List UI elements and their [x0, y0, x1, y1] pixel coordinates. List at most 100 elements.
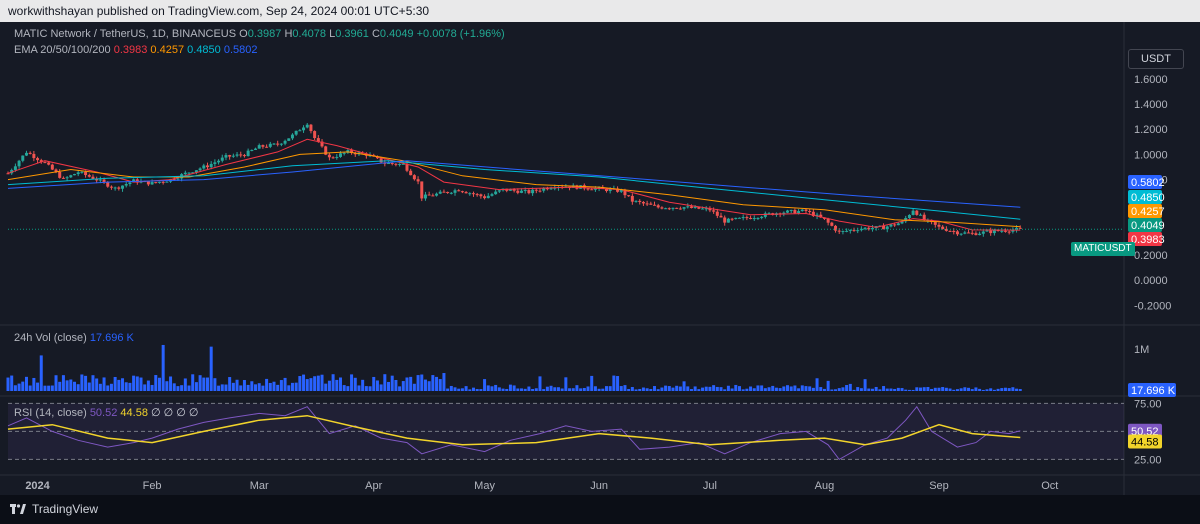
- volume-bar: [749, 386, 753, 391]
- candle-body: [475, 194, 479, 196]
- candle-body: [963, 232, 967, 234]
- volume-bar: [261, 385, 265, 391]
- volume-bar: [132, 375, 136, 391]
- volume-bar: [1000, 388, 1004, 391]
- candle-body: [471, 193, 475, 195]
- volume-bar: [926, 386, 930, 391]
- volume-bar: [726, 385, 730, 391]
- candle-body: [701, 208, 705, 210]
- volume-bar: [357, 385, 361, 391]
- volume-bar: [804, 386, 808, 391]
- volume-bar: [257, 383, 261, 391]
- candle-body: [933, 222, 937, 225]
- candle-body: [305, 124, 309, 128]
- volume-bar: [797, 388, 801, 391]
- candle-body: [242, 155, 246, 157]
- volume-bar: [309, 378, 313, 391]
- volume-bar: [6, 377, 10, 391]
- volume-bar: [372, 376, 376, 391]
- candle-body: [290, 134, 294, 139]
- candle-body: [150, 182, 154, 185]
- candle-body: [69, 175, 73, 178]
- chart-frame[interactable]: 1.60001.40001.20001.00000.80000.20000.00…: [0, 22, 1200, 495]
- price-tag-label: 0.4850: [1131, 192, 1165, 204]
- volume-bar: [719, 387, 723, 391]
- volume-bar: [228, 377, 232, 391]
- candle-body: [682, 207, 686, 209]
- candle-body: [24, 152, 28, 156]
- volume-bar: [900, 388, 904, 391]
- volume-bar: [760, 385, 764, 391]
- candle-body: [43, 162, 47, 164]
- candle-body: [834, 225, 838, 231]
- price-tag-label: 0.5802: [1131, 177, 1165, 189]
- candle-body: [50, 164, 54, 170]
- candle-body: [745, 217, 749, 219]
- candle-body: [520, 190, 524, 193]
- currency-button[interactable]: USDT: [1128, 49, 1184, 69]
- volume-bar: [157, 377, 161, 391]
- volume-bar: [808, 386, 812, 391]
- volume-bar: [608, 386, 612, 391]
- candle-body: [268, 143, 272, 147]
- volume-bar: [793, 385, 797, 391]
- price-tick-label: 1.0000: [1134, 149, 1168, 161]
- volume-tick-label: 1M: [1134, 344, 1149, 356]
- volume-bar: [985, 389, 989, 391]
- volume-bar: [272, 381, 276, 391]
- candle-body: [941, 226, 945, 229]
- volume-bar: [47, 385, 51, 391]
- volume-bar: [276, 384, 280, 391]
- volume-bar: [471, 387, 475, 391]
- volume-bar: [1015, 388, 1019, 391]
- volume-bar: [250, 381, 254, 391]
- candle-body: [32, 153, 36, 159]
- volume-bar: [970, 389, 974, 391]
- candle-body: [390, 163, 394, 165]
- publish-text: workwithshayan published on TradingView.…: [8, 4, 430, 18]
- change-value: +0.0078 (+1.96%): [416, 28, 505, 40]
- candle-body: [630, 195, 634, 202]
- volume-bar: [819, 387, 823, 391]
- candle-body: [804, 209, 808, 211]
- volume-bar: [287, 385, 291, 391]
- candle-body: [165, 181, 169, 183]
- candle-body: [287, 138, 291, 141]
- volume-bar: [346, 386, 350, 391]
- volume-bar: [128, 382, 132, 391]
- volume-bar: [135, 376, 139, 391]
- ema100-value: 0.4850: [187, 44, 221, 56]
- volume-bar: [231, 382, 235, 391]
- candle-body: [590, 189, 594, 191]
- volume-bar: [941, 387, 945, 391]
- candle-body: [852, 229, 856, 231]
- candle-body: [919, 214, 923, 216]
- candle-body: [719, 215, 723, 218]
- candle-body: [412, 175, 416, 180]
- candle-body: [797, 211, 801, 214]
- volume-bar: [708, 386, 712, 391]
- volume-bar: [989, 388, 993, 391]
- volume-bar: [220, 384, 224, 391]
- volume-bar: [704, 386, 708, 391]
- candle-body: [183, 172, 187, 175]
- volume-bar: [501, 388, 505, 391]
- candle-body: [538, 190, 542, 192]
- tradingview-logo-icon: [10, 504, 26, 514]
- candle-body: [848, 229, 852, 231]
- volume-bar: [394, 379, 398, 391]
- candle-body: [246, 150, 250, 157]
- open-value: 0.3987: [247, 28, 282, 40]
- tradingview-brand[interactable]: TradingView: [10, 502, 98, 516]
- volume-bar: [423, 379, 427, 391]
- volume-bar: [420, 374, 424, 391]
- volume-bar: [431, 375, 435, 391]
- volume-bar: [187, 385, 191, 391]
- volume-bar: [387, 381, 391, 391]
- candle-body: [1000, 230, 1004, 232]
- candle-body: [1007, 231, 1011, 233]
- volume-bar: [981, 389, 985, 391]
- candle-body: [978, 233, 982, 236]
- chart-canvas[interactable]: 1.60001.40001.20001.00000.80000.20000.00…: [0, 22, 1200, 495]
- volume-bar: [848, 383, 852, 391]
